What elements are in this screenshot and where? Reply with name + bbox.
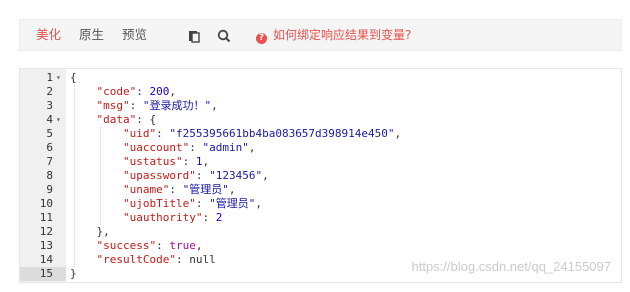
line-number: 2 (46, 85, 53, 98)
code-text: "resultCode": null (96, 253, 216, 266)
code-line: 3 "msg": "登录成功！", (20, 99, 621, 113)
code-text: } (70, 267, 77, 280)
help-link-label: 如何绑定响应结果到变量? (273, 28, 412, 42)
fold-toggle-icon[interactable]: ▾ (56, 71, 64, 85)
line-number: 6 (46, 141, 53, 154)
code-text: "uauthority": 2 (122, 211, 223, 224)
code-text: "uid": "f255395661bb4ba083657d398914e450… (122, 127, 402, 140)
fold-toggle-icon[interactable]: ▾ (56, 113, 64, 127)
indent-guide (74, 85, 75, 267)
line-number: 11 (39, 211, 53, 224)
code-line: 2 "code": 200, (20, 85, 621, 99)
line-number: 1 (46, 71, 53, 84)
copy-icon[interactable] (186, 28, 202, 44)
code-text: "data": { (96, 113, 157, 126)
line-number: 9 (46, 183, 53, 196)
bind-response-help-link[interactable]: ? 如何绑定响应结果到变量? (256, 20, 411, 50)
code-line: 4 ▾ "data": { (20, 113, 621, 127)
response-toolbar: 美化 原生 预览 ? 如何绑定响应结果到变量? (19, 19, 622, 51)
line-number: 8 (46, 169, 53, 182)
tab-raw[interactable]: 原生 (79, 20, 104, 50)
line-number: 3 (46, 99, 53, 112)
search-icon[interactable] (216, 28, 232, 44)
code-line: 11 "uauthority": 2 (20, 211, 621, 225)
code-line: 12 }, (20, 225, 621, 239)
line-number: 15 (39, 267, 53, 280)
line-number: 12 (39, 225, 53, 238)
code-text: "success": true, (96, 239, 203, 252)
code-text: "code": 200, (96, 85, 177, 98)
code-text: "uname": "管理员", (122, 183, 236, 196)
tab-preview[interactable]: 预览 (122, 20, 147, 50)
tab-beautify[interactable]: 美化 (36, 20, 61, 50)
code-text: "ujobTitle": "管理员", (122, 197, 262, 210)
line-number: 4 (46, 113, 53, 126)
code-line: 10 "ujobTitle": "管理员", (20, 197, 621, 211)
code-line: 1 ▾ { (20, 71, 621, 85)
code-line: 7 "ustatus": 1, (20, 155, 621, 169)
code-text: }, (70, 225, 110, 238)
watermark: https://blog.csdn.net/qq_24155097 (411, 259, 612, 274)
json-response-editor[interactable]: 1 ▾{2 "code": 200, 3 "msg": "登录成功！", 4 ▾ "da… (19, 68, 622, 283)
code-line: 9 "uname": "管理员", (20, 183, 621, 197)
code-line: 5 "uid": "f255395661bb4ba083657d398914e4… (20, 127, 621, 141)
code-text: "uaccount": "admin", (122, 141, 256, 154)
line-number: 7 (46, 155, 53, 168)
code-line: 8 "upassword": "123456", (20, 169, 621, 183)
indent-guide (100, 127, 101, 225)
code-line: 6 "uaccount": "admin", (20, 141, 621, 155)
code-text: "ustatus": 1, (122, 155, 210, 168)
code-text: { (70, 71, 77, 84)
code-line: 13 "success": true, (20, 239, 621, 253)
line-number: 10 (39, 197, 53, 210)
line-number: 5 (46, 127, 53, 140)
line-number: 14 (39, 253, 53, 266)
code-text: "msg": "登录成功！", (96, 99, 218, 112)
question-icon: ? (256, 33, 267, 44)
line-number: 13 (39, 239, 53, 252)
